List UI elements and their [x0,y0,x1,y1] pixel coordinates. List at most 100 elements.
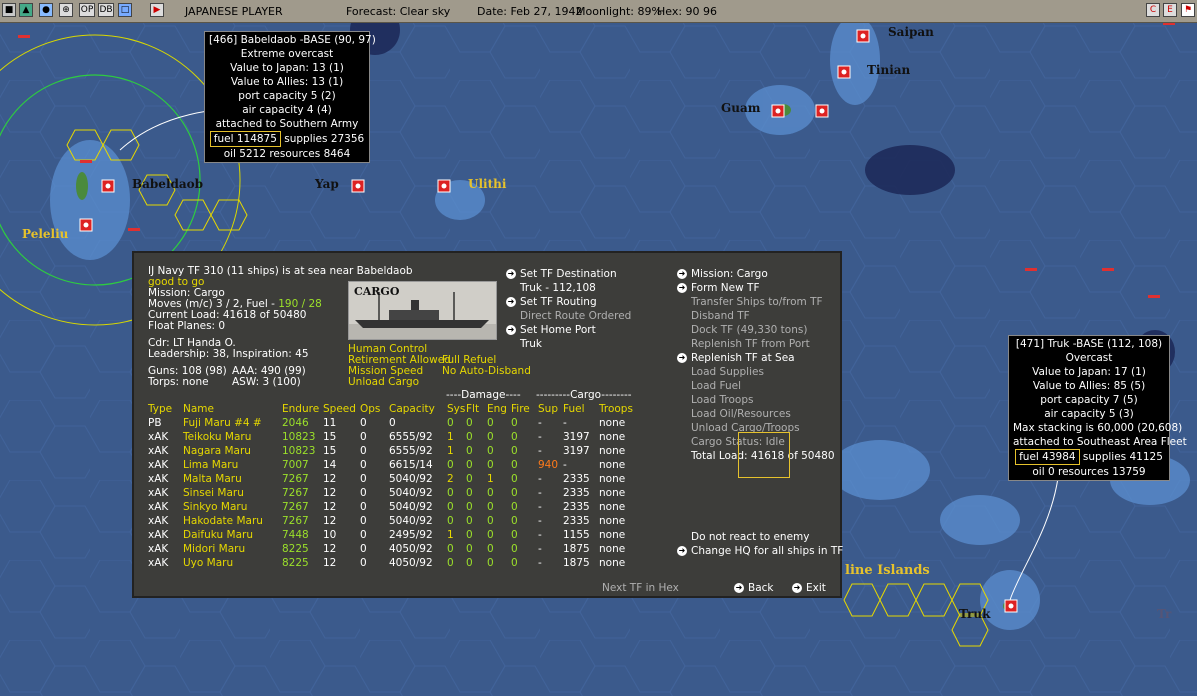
cargo-group-header: ---------Cargo-------- [536,389,632,401]
moonlight: Moonlight: 89% [576,5,662,18]
ship-name[interactable]: Hakodate Maru [183,514,282,528]
change-hq-button[interactable]: ➜ Change HQ for all ships in TF [677,545,843,558]
ship-cell: none [599,543,626,555]
game-date: Date: Feb 27, 1942 [477,5,583,18]
destination-menu-item[interactable]: ➜ Set Home Port [506,324,596,337]
opt-unload-cargo[interactable]: Unload Cargo [348,376,419,389]
db-button[interactable]: DB [98,3,114,17]
ship-cell: 6555/92 [389,431,433,443]
tf-command-item[interactable]: ➜ Replenish TF at Sea [677,352,795,365]
base-info-line: Max stacking is 60,000 (20,608) [1013,422,1183,434]
tf-command-item[interactable]: Dock TF (49,330 tons) [691,324,807,337]
top-toolbar: ■ ▲ ● ⊕ OP DB □ ▶ JAPANESE PLAYER Foreca… [0,0,1197,23]
ship-name[interactable]: Lima Maru [183,458,282,472]
ship-row[interactable]: xAK Nagara Maru 10823 15 0 6555/92 1 0 0 0-3197 no… [148,444,639,458]
c-button[interactable]: C [1146,3,1160,17]
ship-row[interactable]: xAK Daifuku Maru 7448 10 0 2495/92 1 0 0 0-1155 no… [148,528,639,542]
destination-menu-item[interactable]: ➜ Set TF Destination [506,268,617,281]
tf-command-item[interactable]: Load Troops [691,394,753,407]
base-icon[interactable]: ▲ [19,3,33,17]
ship-name[interactable]: Daifuku Maru [183,528,282,542]
map-label-truk: Truk [959,607,991,621]
column-header-fuel[interactable]: Fuel [563,402,599,416]
ship-row[interactable]: xAK Sinsei Maru 7267 12 0 5040/92 0 0 0 0-2335 non… [148,486,639,500]
column-header-capacity[interactable]: Capacity [389,402,447,416]
globe-icon[interactable]: ● [39,3,53,17]
ship-name[interactable]: Fuji Maru #4 # [183,416,282,430]
tf-command-item[interactable]: ➜ Mission: Cargo [677,268,768,281]
ship-cell: 0 [511,501,518,513]
ship-row[interactable]: xAK Uyo Maru 8225 12 0 4050/92 0 0 0 0-1875 none [148,556,639,570]
column-header-type[interactable]: Type [148,402,183,416]
column-header-fire[interactable]: Fire [511,402,538,416]
map-label-yap: Yap [315,177,339,191]
ship-row[interactable]: xAK Malta Maru 7267 12 0 5040/92 2 0 1 0-2335 none [148,472,639,486]
ship-cell: 12 [323,557,337,569]
column-header-eng[interactable]: Eng [487,402,511,416]
destination-menu-item[interactable]: Direct Route Ordered [520,310,631,323]
tf-command-item[interactable]: Load Supplies [691,366,764,379]
ship-name[interactable]: Teikoku Maru [183,430,282,444]
ship-cell: 2335 [563,473,590,485]
tf-command-item[interactable]: Load Fuel [691,380,741,393]
ship-row[interactable]: xAK Sinkyo Maru 7267 12 0 5040/92 0 0 0 0-2335 non… [148,500,639,514]
ship-cell: 0 [466,529,473,541]
ship-row[interactable]: xAK Hakodate Maru 7267 12 0 5040/92 0 0 0 0-2335 n… [148,514,639,528]
tf-command-item[interactable]: Disband TF [691,310,750,323]
column-header-flt[interactable]: Flt [466,402,487,416]
tf-command-item[interactable]: Transfer Ships to/from TF [691,296,823,309]
ship-cell: 0 [447,557,454,569]
end-turn-icon[interactable]: ▶ [150,3,164,17]
ship-row[interactable]: xAK Lima Maru 7007 14 0 6615/14 0 0 0 0 940- none [148,458,639,472]
destination-menu-item[interactable]: ➜ Set TF Routing [506,296,597,309]
ship-cell: 1 [487,473,494,485]
ship-row[interactable]: xAK Midori Maru 8225 12 0 4050/92 0 0 0 0-1875 non… [148,542,639,556]
ship-cell: 0 [511,543,518,555]
ship-cell: PB [148,417,162,429]
column-header-speed[interactable]: Speed [323,402,360,416]
flag-icon[interactable]: ⚑ [1181,3,1195,17]
arrow-icon: ➜ [677,269,687,279]
ship-name[interactable]: Sinkyo Maru [183,500,282,514]
ship-cell: 0 [487,529,494,541]
ship-name[interactable]: Nagara Maru [183,444,282,458]
units-icon[interactable]: ■ [2,3,16,17]
ship-row[interactable]: xAK Teikoku Maru 10823 15 0 6555/92 1 0 0 0-3197 n… [148,430,639,444]
back-button[interactable]: ➜ Back [734,582,774,595]
player-side: JAPANESE PLAYER [185,5,283,18]
next-tf-button[interactable]: Next TF in Hex [602,582,679,595]
react-to-enemy-option[interactable]: Do not react to enemy [691,531,809,544]
ship-cell: 0 [511,487,518,499]
opt-no-auto-disband[interactable]: No Auto-Disband [442,365,531,378]
ship-cell: xAK [148,501,169,513]
e-button[interactable]: E [1163,3,1177,17]
ship-cell: 0 [466,459,473,471]
base-info-line: Value to Allies: 13 (1) [230,76,344,88]
column-header-sup[interactable]: Sup [538,402,563,416]
ship-cell: - [538,543,542,555]
ship-class-image: CARGO [348,281,497,340]
tf-command-item[interactable]: Load Oil/Resources [691,408,791,421]
ship-cell: xAK [148,431,169,443]
column-header-sys[interactable]: Sys [447,402,466,416]
tf-command-item[interactable]: ➜ Form New TF [677,282,759,295]
ship-name[interactable]: Malta Maru [183,472,282,486]
ship-name[interactable]: Sinsei Maru [183,486,282,500]
target-icon[interactable]: ⊕ [59,3,73,17]
base-info-line: oil 0 resources 13759 [1032,466,1146,478]
op-button[interactable]: OP [79,3,95,17]
ship-name[interactable]: Midori Maru [183,542,282,556]
column-header-ops[interactable]: Ops [360,402,389,416]
ship-cell: 3197 [563,445,590,457]
exit-button[interactable]: ➜ Exit [792,582,826,595]
tf-leadership: Leadership: 38, Inspiration: 45 [148,348,309,360]
column-header-endure[interactable]: Endure [282,402,323,416]
window-icon[interactable]: □ [118,3,132,17]
ship-row[interactable]: PB Fuji Maru #4 #2046 11 0 0 0 0 0 0- - none [148,416,639,430]
tf-command-item[interactable]: Replenish TF from Port [691,338,810,351]
ship-cell: xAK [148,473,169,485]
ship-name[interactable]: Uyo Maru [183,556,282,570]
column-header-name[interactable]: Name [183,402,282,416]
ship-cell: 0 [511,417,518,429]
column-header-troops[interactable]: Troops [599,402,639,416]
